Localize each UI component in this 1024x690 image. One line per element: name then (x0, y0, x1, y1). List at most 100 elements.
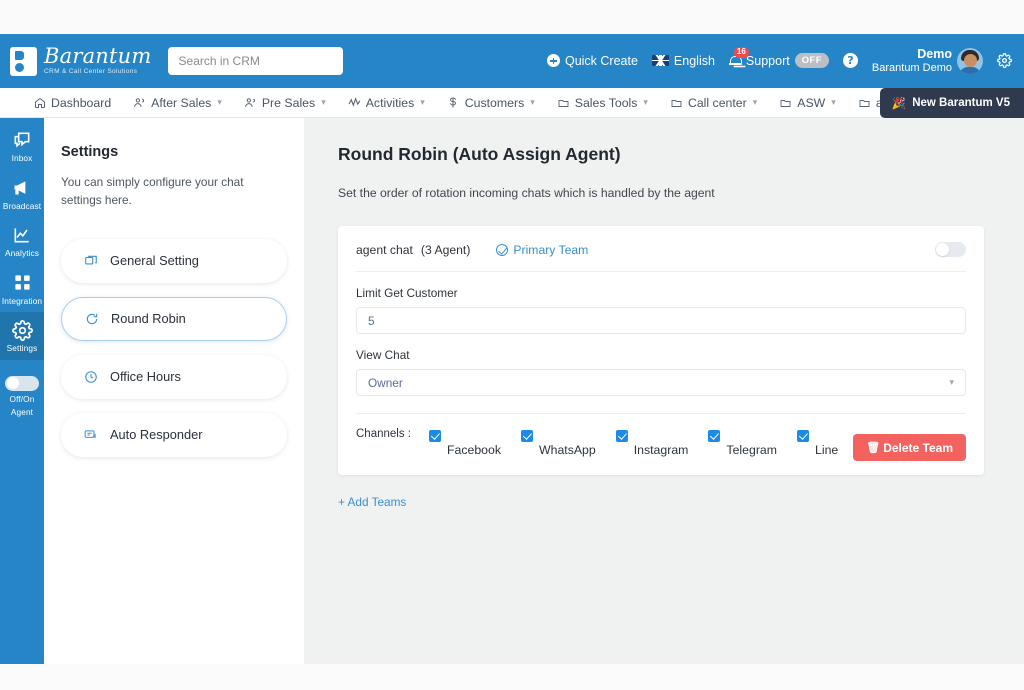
view-chat-select[interactable]: Owner ▾ (356, 369, 966, 396)
chevron-down-icon: ▾ (949, 377, 954, 387)
nav-item-asw[interactable]: ASW ▾ (768, 88, 847, 117)
avatar[interactable] (957, 47, 983, 74)
team-enable-toggle[interactable] (935, 242, 966, 257)
main-content: Round Robin (Auto Assign Agent) Set the … (305, 118, 1024, 664)
settings-menu-round-robin[interactable]: Round Robin (61, 296, 287, 341)
team-agent-count: (3 Agent) (420, 242, 471, 257)
nav-item-customers[interactable]: Customers ▾ (436, 88, 546, 117)
channel-label: Telegram (726, 442, 777, 457)
user-menu[interactable]: Demo Barantum Demo (872, 47, 983, 74)
rail-label: Integration (1, 295, 43, 306)
channels-row: Channels : Facebook WhatsApp Instagram T… (356, 414, 966, 475)
checkbox-checked-icon[interactable] (797, 429, 809, 442)
folder-icon (779, 97, 792, 109)
app-window: Barantum CRM & Call Center Solutions Qui… (0, 0, 1024, 690)
quick-create-button[interactable]: Quick Create (546, 53, 638, 68)
channel-facebook[interactable]: Facebook (428, 429, 501, 457)
limit-get-customer-label: Limit Get Customer (356, 286, 458, 300)
agent-online-toggle[interactable]: Off/On Agent (5, 375, 39, 418)
delete-team-label: Delete Team (883, 440, 953, 455)
settings-menu-auto-responder[interactable]: Auto Responder (61, 412, 287, 457)
chevron-down-icon: ▾ (420, 97, 425, 107)
notifications-button[interactable]: 16 (728, 47, 749, 67)
channel-label: Instagram (633, 442, 689, 457)
settings-menu-general-setting[interactable]: General Setting (61, 238, 287, 283)
channel-instagram[interactable]: Instagram (615, 429, 689, 457)
trash-icon: 🗑 (866, 442, 881, 454)
primary-team-label: Primary Team (513, 242, 589, 257)
new-barantum-v5-button[interactable]: 🎉 New Barantum V5 (879, 88, 1024, 118)
rail-item-inbox[interactable]: Inbox (0, 122, 44, 170)
support-label: Support (745, 53, 790, 68)
nav-item-sales-tools[interactable]: Sales Tools ▾ (546, 88, 659, 117)
checkbox-checked-icon[interactable] (615, 429, 628, 442)
chevron-down-icon: ▾ (530, 97, 535, 107)
nav-label: ASW (797, 95, 826, 110)
reply-icon (83, 427, 98, 442)
chat-icon (11, 129, 33, 151)
settings-menu: General Setting Round Robin Office Hours (61, 238, 287, 457)
team-card: agent chat (3 Agent) Primary Team Limit … (338, 226, 984, 475)
channel-telegram[interactable]: Telegram (708, 429, 777, 457)
channel-label: Line (815, 442, 839, 457)
view-chat-value: Owner (368, 375, 403, 390)
channels-label: Channels : (356, 428, 411, 440)
channel-label: Facebook (446, 442, 501, 457)
add-teams-link[interactable]: + Add Teams (338, 495, 984, 509)
folder-icon (670, 97, 683, 109)
chevron-down-icon: ▾ (643, 97, 648, 107)
brand-logo[interactable]: Barantum CRM & Call Center Solutions (10, 46, 152, 76)
notification-badge: 16 (733, 47, 749, 59)
chevron-down-icon: ▾ (321, 97, 326, 107)
delete-team-button[interactable]: 🗑 Delete Team (853, 434, 966, 461)
checkbox-checked-icon[interactable] (428, 429, 441, 442)
help-icon[interactable]: ? (842, 53, 858, 69)
nav-item-call-center[interactable]: Call center ▾ (659, 88, 768, 117)
primary-team-badge[interactable]: Primary Team (496, 243, 588, 257)
gear-icon (11, 319, 33, 341)
nav-label: Call center (687, 95, 747, 110)
user-org: Barantum Demo (871, 61, 952, 74)
limit-get-customer-input[interactable]: 5 (356, 307, 966, 334)
checkbox-checked-icon[interactable] (708, 429, 721, 442)
folder-icon (557, 97, 570, 109)
chart-icon (11, 224, 33, 246)
page-subtitle: Set the order of rotation incoming chats… (338, 186, 715, 200)
team-header-row: agent chat (3 Agent) Primary Team (356, 242, 966, 271)
people-icon (133, 97, 146, 109)
support-group[interactable]: 16 Support OFF (728, 47, 829, 69)
megaphone-icon (11, 177, 33, 199)
settings-menu-label: Office Hours (110, 369, 181, 385)
browser-blank-strip (0, 0, 1024, 34)
rail-item-analytics[interactable]: Analytics (0, 217, 44, 265)
activity-icon (348, 96, 361, 109)
support-status-badge[interactable]: OFF (794, 53, 829, 69)
view-chat-field: View Chat Owner ▾ (356, 334, 966, 396)
view-chat-label: View Chat (356, 348, 410, 362)
main-navigation: Dashboard After Sales ▾ Pre Sales ▾ Acti… (0, 88, 1024, 118)
nav-item-pre-sales[interactable]: Pre Sales ▾ (233, 88, 337, 117)
settings-gear-icon[interactable] (997, 53, 1012, 69)
settings-menu-office-hours[interactable]: Office Hours (61, 354, 287, 399)
agent-toggle-switch[interactable] (5, 375, 39, 391)
quick-create-label: Quick Create (564, 53, 638, 68)
team-name: agent chat (356, 242, 413, 257)
nav-label: Sales Tools (574, 95, 638, 110)
checkbox-checked-icon[interactable] (521, 429, 533, 442)
channel-line[interactable]: Line (797, 429, 839, 457)
nav-label: Customers (464, 95, 525, 110)
search-input[interactable] (167, 47, 343, 75)
rail-item-broadcast[interactable]: Broadcast (0, 170, 44, 218)
channel-whatsapp[interactable]: WhatsApp (521, 429, 596, 457)
settings-sidebar: Settings You can simply configure your c… (44, 118, 305, 664)
rail-label: Analytics (4, 248, 40, 259)
nav-item-after-sales[interactable]: After Sales ▾ (122, 88, 233, 117)
nav-item-activities[interactable]: Activities ▾ (337, 88, 436, 117)
nav-item-dashboard[interactable]: Dashboard (22, 88, 122, 117)
chevron-down-icon: ▾ (217, 97, 222, 107)
page-title: Round Robin (Auto Assign Agent) (338, 144, 621, 164)
rail-item-integration[interactable]: Integration (0, 265, 44, 313)
language-selector[interactable]: English (651, 54, 715, 68)
rail-item-settings[interactable]: Settings (0, 312, 44, 360)
settings-menu-label: Round Robin (111, 311, 186, 327)
